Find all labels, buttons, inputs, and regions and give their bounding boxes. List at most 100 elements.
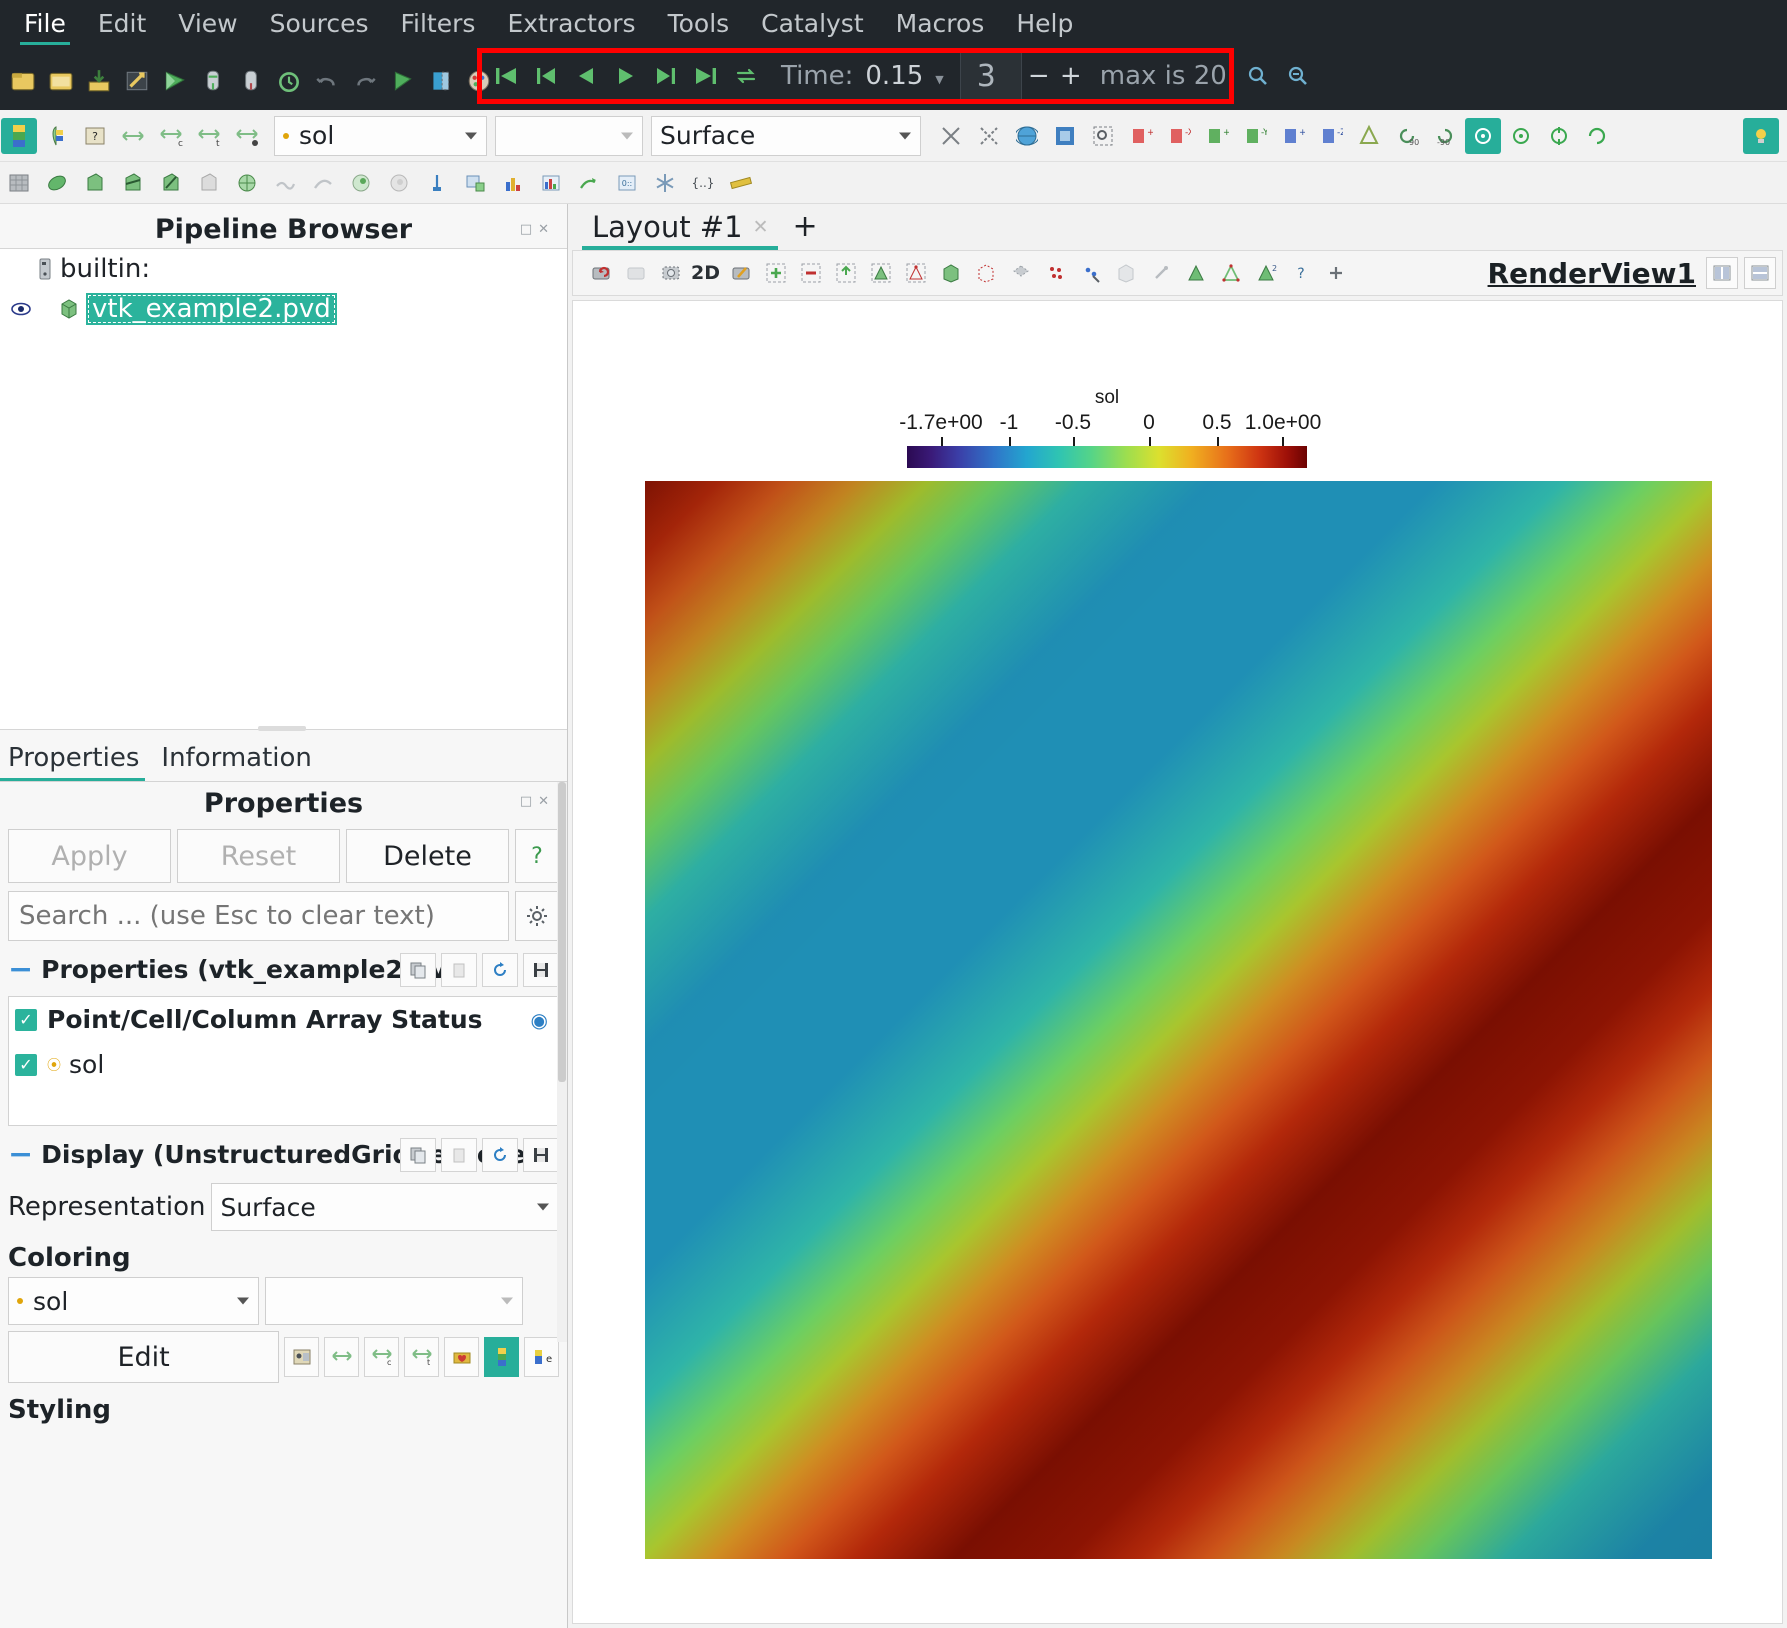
rotate-90-cw-icon[interactable]: -90 [1427, 118, 1463, 154]
redo-icon[interactable] [348, 64, 382, 98]
rotate-90-ccw-icon[interactable]: 90 [1389, 118, 1425, 154]
spreadsheet-icon[interactable] [1, 165, 37, 201]
histogram-icon[interactable] [533, 165, 569, 201]
collapse-minus-icon[interactable]: − [8, 1139, 33, 1169]
camera-link-icon[interactable] [654, 257, 687, 290]
camera-plus-y-icon[interactable]: +Y [1199, 118, 1235, 154]
tab-properties[interactable]: Properties [0, 739, 153, 781]
loop-button[interactable] [727, 57, 765, 95]
disconnect-server-icon[interactable] [234, 64, 268, 98]
interactive-select-icon[interactable] [971, 118, 1007, 154]
add-selection-icon[interactable] [759, 257, 792, 290]
extract-subset-icon[interactable] [229, 165, 265, 201]
undo-camera-icon[interactable] [584, 257, 617, 290]
tab-information[interactable]: Information [153, 739, 326, 781]
probe-location-icon[interactable] [419, 165, 455, 201]
scatter-plot-icon[interactable] [933, 118, 969, 154]
delete-button[interactable]: Delete [346, 829, 509, 883]
isometric-view-icon[interactable] [1351, 118, 1387, 154]
choose-preset-icon[interactable] [284, 1337, 320, 1377]
coloring-array-select[interactable]: sol [8, 1277, 259, 1325]
properties-window-buttons[interactable]: □✕ [520, 794, 555, 809]
open-file-icon[interactable] [6, 64, 40, 98]
stream-tracer-icon[interactable] [305, 165, 341, 201]
properties-search-input[interactable] [8, 891, 509, 941]
bar-chart-icon[interactable] [495, 165, 531, 201]
camera-undo-icon[interactable] [386, 64, 420, 98]
layout-tab-1[interactable]: Layout #1 ✕ [582, 208, 779, 250]
properties-source-section-header[interactable]: − Properties (vtk_example2.pvd) [0, 941, 567, 990]
pick-center-icon[interactable] [1541, 118, 1577, 154]
close-icon[interactable]: ✕ [753, 216, 769, 238]
coloring-component-select[interactable] [265, 1277, 523, 1325]
menu-item-view[interactable]: View [162, 5, 253, 47]
select-points-through-icon[interactable] [1039, 257, 1072, 290]
collapse-minus-icon[interactable]: − [8, 954, 33, 984]
pipeline-browser-tree[interactable]: builtin: vtk_example2.pvd [0, 248, 567, 730]
show-center-icon[interactable] [1465, 117, 1501, 154]
menu-item-tools[interactable]: Tools [652, 5, 746, 47]
array-item-sol[interactable]: ✓ ⦿ sol [9, 1042, 558, 1087]
rescale-custom-range-icon[interactable]: c [364, 1337, 400, 1377]
camera-plus-z-icon[interactable]: +Z [1275, 118, 1311, 154]
choose-preset-favorites-icon[interactable] [444, 1337, 480, 1377]
zoom-to-data-icon[interactable] [1179, 257, 1212, 290]
edit-colormap-icon[interactable] [1, 117, 37, 154]
color-legend[interactable]: sol -1.7e+00 -1 -0.5 0 0.5 1.0e+00 [899, 387, 1321, 468]
restore-display-defaults-icon[interactable] [482, 1137, 518, 1172]
render-view-canvas[interactable]: sol -1.7e+00 -1 -0.5 0 0.5 1.0e+00 [572, 300, 1783, 1624]
edit-color-map-button[interactable]: Edit [8, 1331, 280, 1383]
contour-filter-icon[interactable] [77, 165, 113, 201]
reset-button[interactable]: Reset [177, 829, 340, 883]
play-reverse-button[interactable] [567, 57, 605, 95]
group-datasets-icon[interactable] [381, 165, 417, 201]
menu-item-edit[interactable]: Edit [82, 5, 162, 47]
camera-minus-z-icon[interactable]: -Z [1313, 118, 1349, 154]
choose-preset-icon[interactable] [229, 118, 265, 154]
panel-window-buttons[interactable]: □✕ [520, 222, 555, 237]
split-horizontal-icon[interactable] [1706, 257, 1738, 289]
zoom-out-time-icon[interactable] [1279, 57, 1317, 95]
coloring-component-combo[interactable] [495, 115, 643, 156]
save-data-icon[interactable] [82, 64, 116, 98]
add-layout-button[interactable]: + [778, 209, 829, 250]
rescale-over-time-icon[interactable] [115, 118, 151, 154]
toggle-color-legend-icon[interactable] [484, 1337, 520, 1377]
pipeline-item-builtin[interactable]: builtin: [0, 249, 567, 289]
scalar-field-surface[interactable] [645, 481, 1712, 1559]
previous-frame-button[interactable] [527, 57, 565, 95]
representation-combo[interactable]: Surface [651, 115, 921, 156]
frame-index-field[interactable]: 3 [959, 53, 1022, 99]
next-frame-button[interactable] [647, 57, 685, 95]
restore-defaults-icon[interactable] [482, 952, 518, 987]
interactive-select-points-icon[interactable] [1074, 257, 1107, 290]
copy-properties-icon[interactable] [400, 952, 436, 987]
calculator-filter-icon[interactable] [39, 165, 75, 201]
threshold-filter-icon[interactable] [191, 165, 227, 201]
menu-item-catalyst[interactable]: Catalyst [745, 5, 879, 47]
edit-camera-icon[interactable] [724, 257, 757, 290]
visibility-eye-icon[interactable] [6, 301, 36, 317]
undo-icon[interactable] [310, 64, 344, 98]
warp-filter-icon[interactable] [343, 165, 379, 201]
time-dropdown-caret-icon[interactable]: ▼ [935, 73, 943, 86]
rescale-over-time-icon[interactable]: t [404, 1337, 440, 1377]
first-frame-button[interactable] [487, 57, 525, 95]
properties-scrollbar[interactable] [557, 782, 567, 1342]
camera-minus-x-icon[interactable]: -X [1161, 118, 1197, 154]
rescale-to-data-range-icon[interactable] [39, 118, 75, 154]
coloring-array-combo[interactable]: sol [274, 115, 487, 156]
properties-scrollbar-thumb[interactable] [558, 782, 566, 1082]
edit-color-legend-icon[interactable]: e [524, 1337, 560, 1377]
play-button[interactable] [607, 57, 645, 95]
save-state-icon[interactable] [120, 64, 154, 98]
select-frustum-cells-icon[interactable] [934, 257, 967, 290]
connect-server-icon[interactable] [196, 64, 230, 98]
menu-item-extractors[interactable]: Extractors [491, 5, 651, 47]
menu-item-file[interactable]: File [8, 5, 82, 47]
gear-icon[interactable] [515, 891, 559, 941]
remove-selection-icon[interactable] [794, 257, 827, 290]
apply-button[interactable]: Apply [8, 829, 171, 883]
rescale-to-data-range-icon[interactable] [324, 1337, 360, 1377]
select-blocks-icon[interactable] [1004, 257, 1037, 290]
